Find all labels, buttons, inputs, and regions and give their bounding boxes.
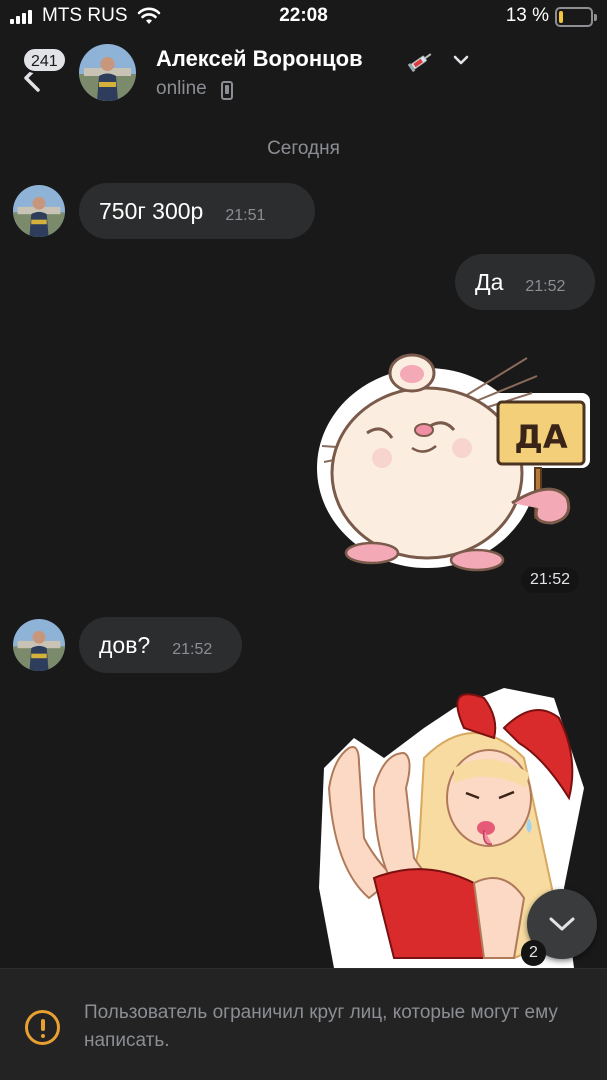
message-time: 21:52 <box>525 278 566 295</box>
mobile-phone-icon <box>221 81 233 100</box>
sender-avatar[interactable] <box>13 185 65 237</box>
chevron-down-icon[interactable] <box>452 54 470 66</box>
restriction-banner: Пользователь ограничил круг лиц, которые… <box>0 968 607 1080</box>
message-bubble-outgoing[interactable]: Да 21:52 <box>455 254 595 310</box>
date-separator: Сегодня <box>267 138 340 159</box>
sender-avatar[interactable] <box>13 619 65 671</box>
message-text: 750г 300р <box>99 197 204 224</box>
sticker-hamster-sign[interactable]: ДА <box>312 338 592 583</box>
sticker-time: 21:52 <box>521 567 580 593</box>
battery-icon <box>555 7 597 27</box>
battery-percent: 13 % <box>505 5 549 26</box>
chat-header: 241 Алексей Воронцов online <box>0 34 607 114</box>
warning-icon <box>25 1010 60 1045</box>
contact-avatar[interactable] <box>79 44 136 101</box>
unread-count-badge[interactable]: 241 <box>22 47 67 73</box>
syringe-emoji-icon <box>407 53 432 72</box>
sticker-time: 2 <box>521 940 546 966</box>
message-text: дов? <box>99 631 151 658</box>
chevron-down-icon <box>549 917 575 931</box>
sticker-sign-text: ДА <box>514 418 568 456</box>
message-bubble-incoming[interactable]: дов? 21:52 <box>79 617 242 673</box>
presence-status: online <box>156 78 207 99</box>
contact-name[interactable]: Алексей Воронцов <box>156 46 363 72</box>
status-bar: MTS RUS 22:08 13 % <box>0 0 607 34</box>
message-time: 21:51 <box>225 207 266 224</box>
restriction-text: Пользователь ограничил круг лиц, которые… <box>84 1002 558 1051</box>
message-time: 21:52 <box>172 641 213 658</box>
message-text: Да <box>475 268 504 295</box>
message-bubble-incoming[interactable]: 750г 300р 21:51 <box>79 183 315 239</box>
